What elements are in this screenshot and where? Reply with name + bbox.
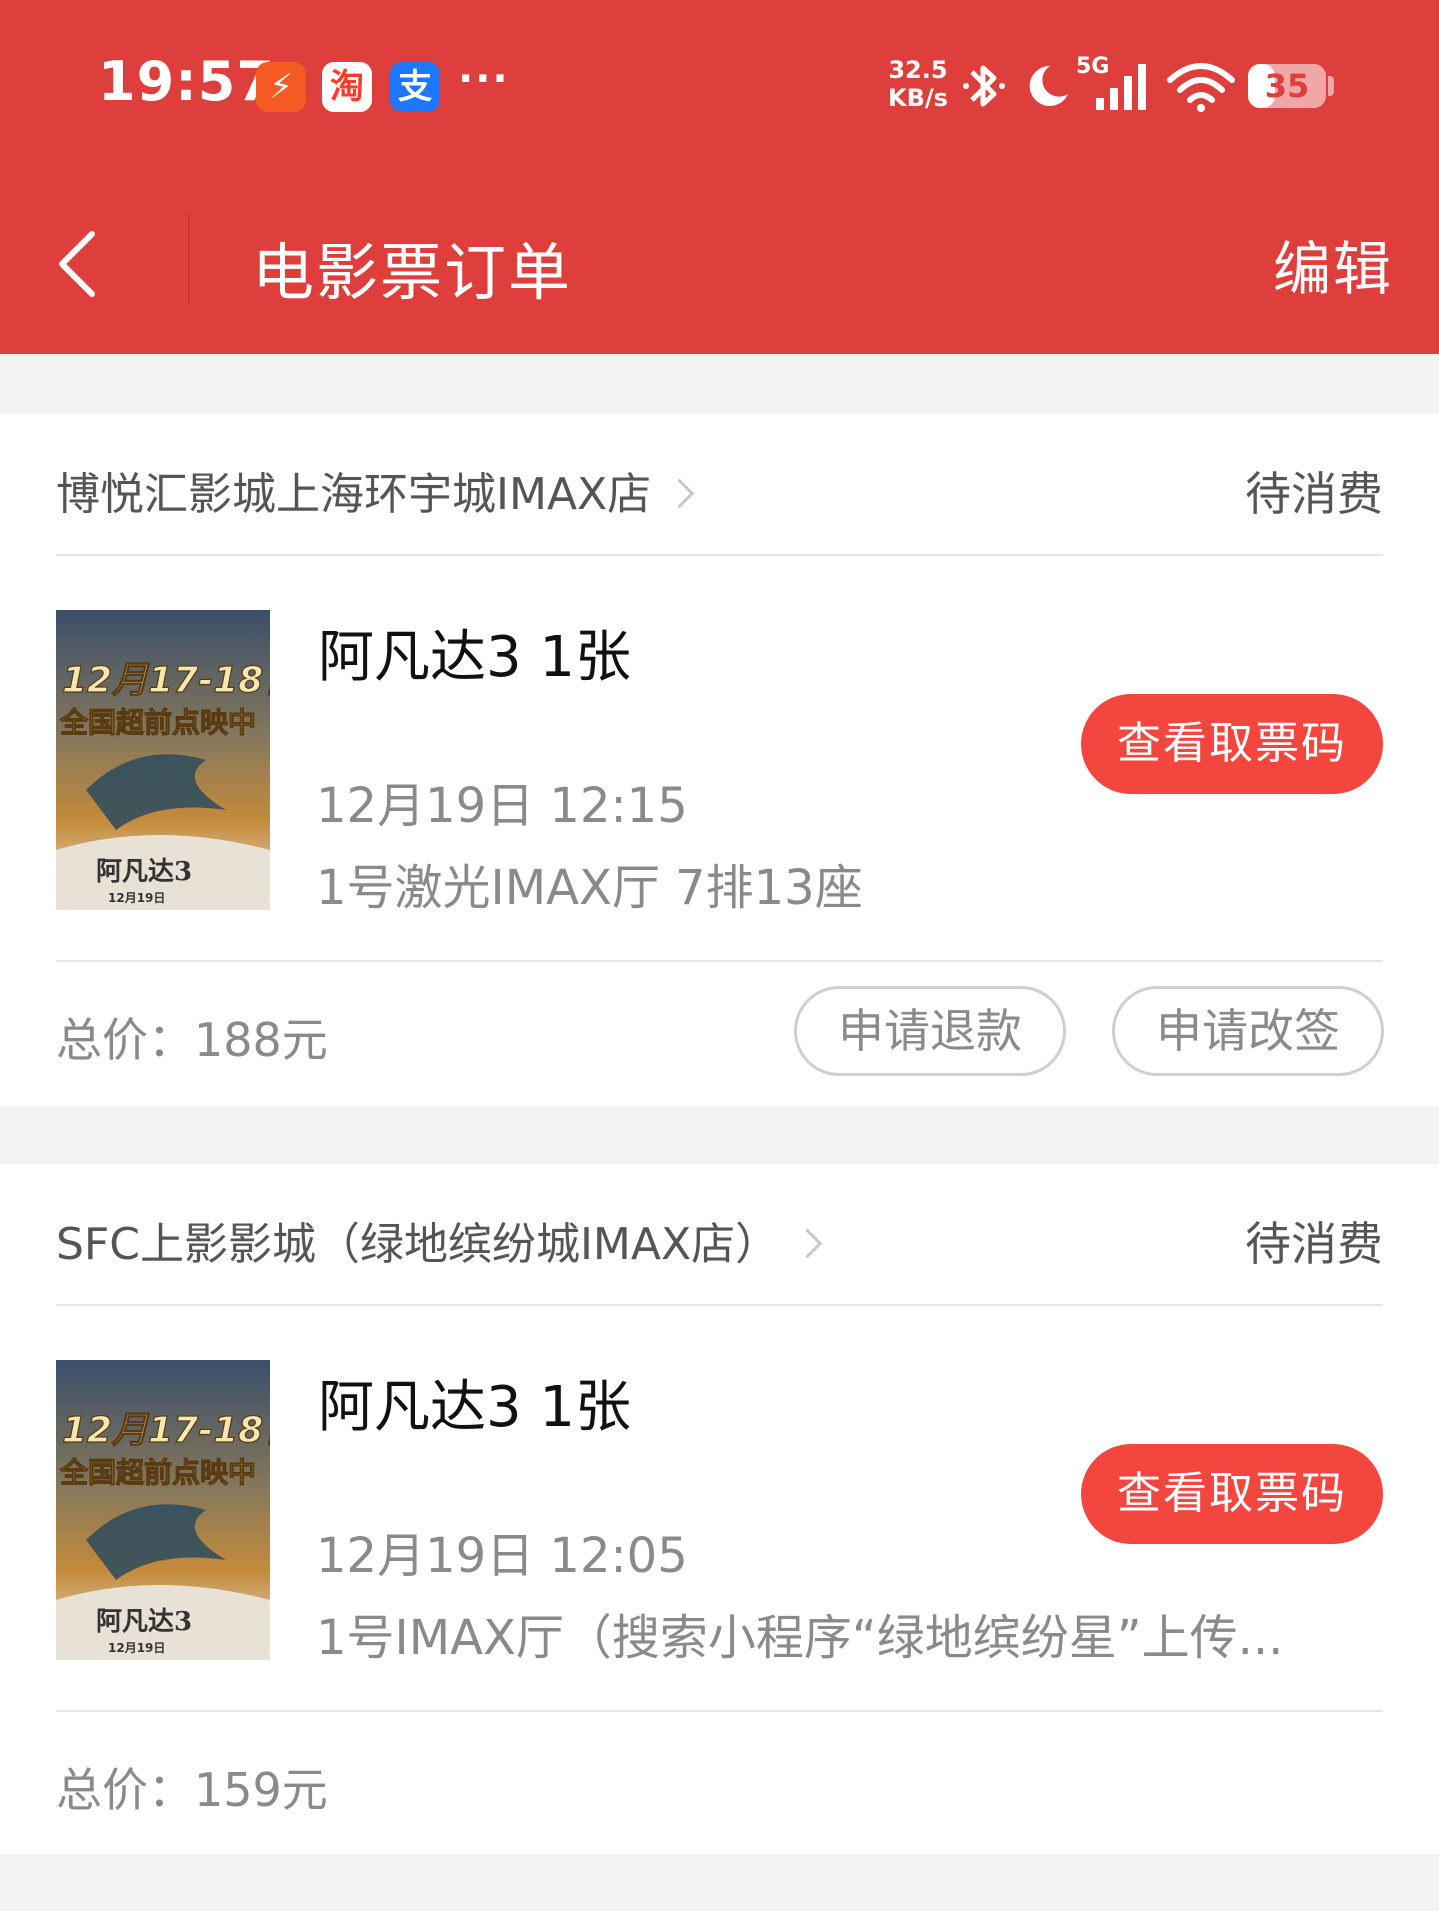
order-status: 待消费 [1245,467,1383,521]
clock: 19:57 [98,50,275,113]
movie-poster[interactable]: 12月17-18日 全国超前点映中 阿凡达3 12月19日 [56,1360,270,1660]
cinema-name: SFC上影影城（绿地缤纷城IMAX店） [56,1219,780,1270]
network-speed: 32.5 KB/s [888,56,948,112]
view-pickup-code-button[interactable]: 查看取票码 [1081,1444,1383,1544]
poster-subline: 全国超前点映中 [59,1456,256,1489]
hall-seat: 1号激光IMAX厅 7排13座 [316,860,863,916]
reschedule-button[interactable]: 申请改签 [1112,986,1384,1076]
showtime: 12月19日 12:15 [316,778,688,834]
poster-title: 阿凡达3 [96,857,192,887]
poster-headline: 12月17-18日 [62,1410,270,1451]
status-bar: 19:57 ⚡ 淘 支 ··· 32.5 KB/s 5G 35 [0,0,1439,170]
poster-footer: 12月19日 [108,1641,165,1655]
page-title: 电影票订单 [252,236,573,309]
order-footer: 总价：188元 申请退款 申请改签 [56,960,1384,1108]
order-card[interactable]: 博悦汇影城上海环宇城IMAX店 待消费 12月17-18日 全国超前点映中 阿凡… [0,414,1439,1106]
app-header: 19:57 ⚡ 淘 支 ··· 32.5 KB/s 5G 35 电影票订单 编辑 [0,0,1439,354]
poster-image: 12月17-18日 全国超前点映中 阿凡达3 12月19日 [56,610,270,910]
order-header[interactable]: 博悦汇影城上海环宇城IMAX店 待消费 [56,414,1383,556]
movie-title: 阿凡达3 1张 [318,625,632,690]
poster-title: 阿凡达3 [96,1607,192,1637]
nav-divider [188,214,190,304]
movie-poster[interactable]: 12月17-18日 全国超前点映中 阿凡达3 12月19日 [56,610,270,910]
battery-level: 35 [1264,67,1310,105]
total-price: 总价：188元 [56,1013,328,1067]
wifi-icon [1167,63,1235,112]
network-speed-value: 32.5 [888,56,948,84]
cinema-name: 博悦汇影城上海环宇城IMAX店 [56,469,652,520]
view-pickup-code-button[interactable]: 查看取票码 [1081,694,1383,794]
refund-button[interactable]: 申请退款 [794,986,1066,1076]
chevron-right-icon [664,478,695,508]
battery-icon: 35 [1248,64,1326,108]
showtime: 12月19日 12:05 [316,1528,688,1584]
order-header[interactable]: SFC上影影城（绿地缤纷城IMAX店） 待消费 [56,1164,1383,1306]
battery-tip [1328,76,1334,96]
hall-info: 1号IMAX厅（搜索小程序“绿地缤纷星”上传... [316,1610,1284,1666]
chevron-right-icon [792,1228,823,1258]
order-status: 待消费 [1245,1217,1383,1271]
chevron-left-icon[interactable] [50,226,110,302]
total-price: 总价：159元 [56,1763,328,1817]
poster-image: 12月17-18日 全国超前点映中 阿凡达3 12月19日 [56,1360,270,1660]
order-footer: 总价：159元 [56,1710,1383,1856]
cinema-name-link[interactable]: SFC上影影城（绿地缤纷城IMAX店） [56,1208,823,1272]
edit-button[interactable]: 编辑 [1273,222,1393,306]
alipay-app-icon: 支 [390,62,440,112]
more-notifications-icon: ··· [458,56,510,102]
poster-headline: 12月17-18日 [62,660,270,701]
feishu-app-icon: ⚡ [256,62,306,112]
poster-subline: 全国超前点映中 [59,706,256,739]
taobao-app-icon: 淘 [322,62,372,112]
network-speed-unit: KB/s [888,84,948,112]
cinema-name-link[interactable]: 博悦汇影城上海环宇城IMAX店 [56,458,695,522]
movie-title: 阿凡达3 1张 [318,1375,632,1440]
order-card[interactable]: SFC上影影城（绿地缤纷城IMAX店） 待消费 12月17-18日 全国超前点映… [0,1164,1439,1854]
moon-icon [1029,65,1068,106]
poster-footer: 12月19日 [108,891,165,905]
bluetooth-icon [963,65,1005,107]
signal-icon [1096,64,1146,110]
